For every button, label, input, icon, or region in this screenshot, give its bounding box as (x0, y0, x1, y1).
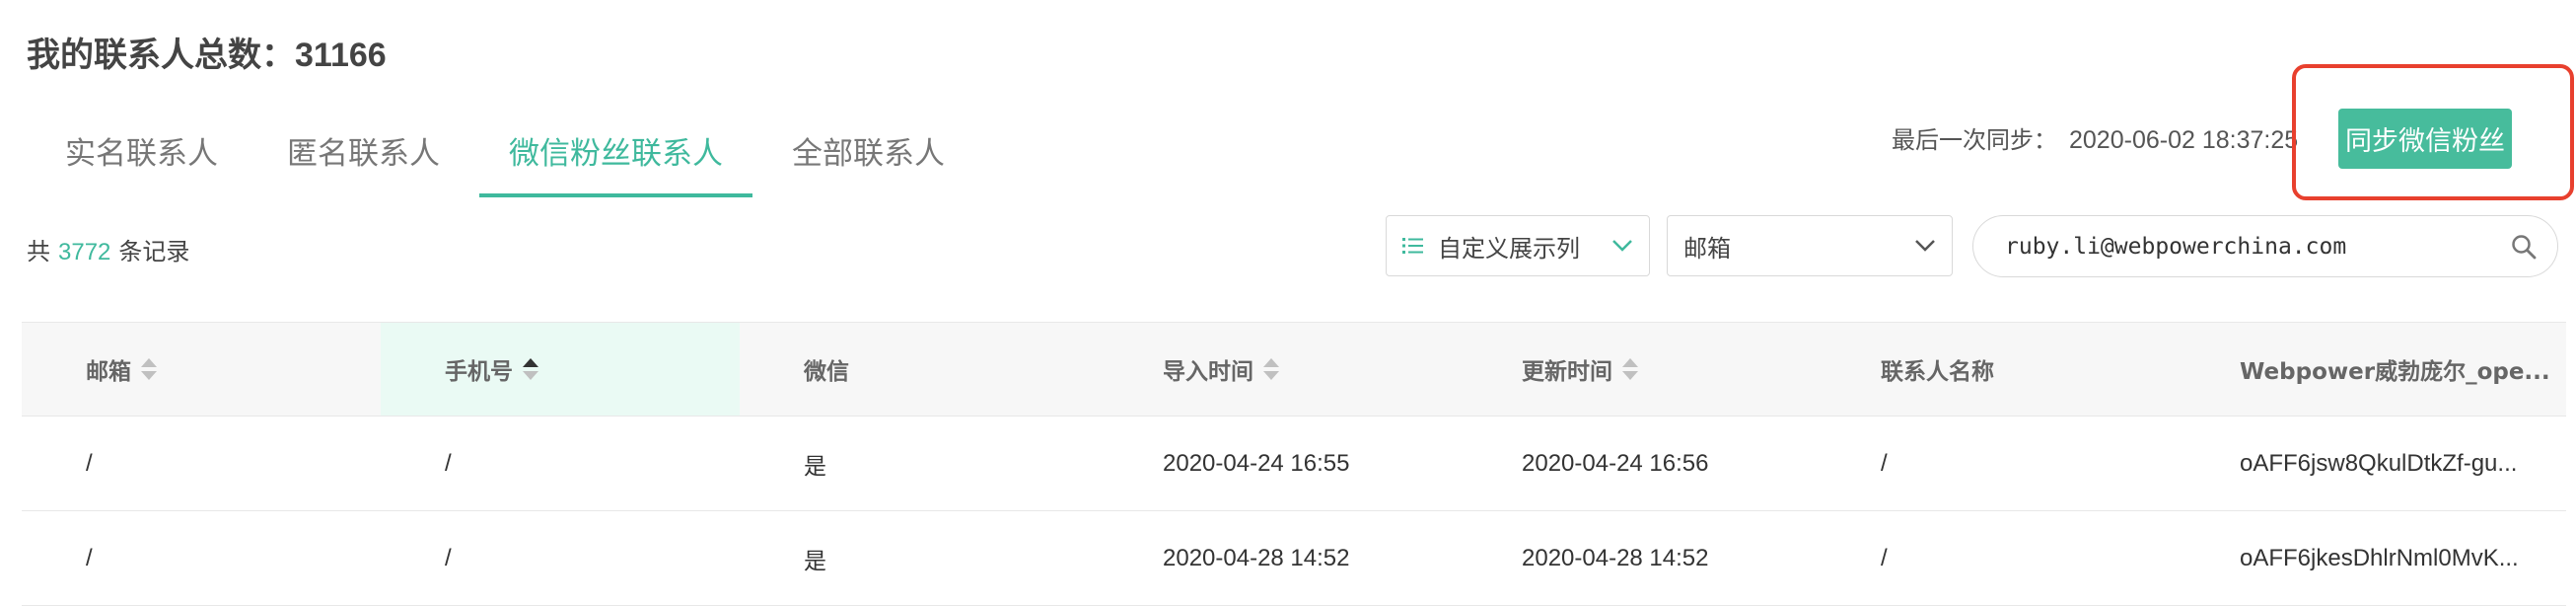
sort-icon[interactable] (141, 358, 157, 380)
custom-columns-dropdown[interactable]: 自定义展示列 (1386, 215, 1650, 276)
column-title: 邮箱 (86, 359, 131, 385)
column-header-contact-name[interactable]: 联系人名称 (1817, 323, 2176, 416)
page-title: 我的联系人总数：31166 (27, 28, 387, 76)
sort-icon[interactable] (1263, 358, 1279, 380)
last-sync-label: 最后一次同步： (1892, 126, 2057, 154)
total-contacts-count: 31166 (295, 37, 387, 74)
search-icon[interactable] (2510, 233, 2538, 261)
column-title: Webpower威勃庞尔_ope... (2240, 359, 2550, 385)
column-header-update-time[interactable]: 更新时间 (1458, 323, 1817, 416)
cell-update-time: 2020-04-24 16:56 (1522, 449, 1709, 477)
sort-icon[interactable] (523, 358, 538, 380)
table-header: 邮箱 手机号 微信 导入时间 更新时间 联系人名称 Webpower威勃庞尔_o… (22, 322, 2566, 417)
cell-wechat: 是 (804, 453, 826, 480)
search-input[interactable] (2005, 233, 2510, 260)
cell-email: / (86, 544, 93, 571)
cell-update-time: 2020-04-28 14:52 (1522, 544, 1709, 571)
cell-contact-name: / (1881, 449, 1888, 477)
cell-mobile: / (445, 449, 452, 477)
column-header-email[interactable]: 邮箱 (22, 323, 381, 416)
sort-icon[interactable] (1622, 358, 1638, 380)
last-sync-timestamp: 2020-06-02 18:37:25 (2069, 126, 2299, 154)
tab-wechat-fan-contacts[interactable]: 微信粉丝联系人 (479, 104, 752, 197)
record-count-prefix: 共 (27, 238, 50, 265)
cell-openid: oAFF6jsw8QkulDtkZf-gu... (2240, 449, 2518, 477)
search-field-value: 邮箱 (1683, 234, 1731, 263)
column-title: 手机号 (445, 359, 513, 385)
cell-import-time: 2020-04-28 14:52 (1163, 544, 1350, 571)
column-title: 微信 (804, 359, 849, 385)
column-title: 联系人名称 (1881, 359, 1994, 385)
column-header-import-time[interactable]: 导入时间 (1099, 323, 1458, 416)
cell-contact-name: / (1881, 544, 1888, 571)
contacts-table: 邮箱 手机号 微信 导入时间 更新时间 联系人名称 Webpower威勃庞尔_o… (22, 322, 2566, 606)
title-label: 我的联系人总数： (27, 36, 295, 75)
column-header-mobile[interactable]: 手机号 (381, 323, 740, 416)
table-row[interactable]: / / 是 2020-04-28 14:52 2020-04-28 14:52 … (22, 511, 2566, 606)
cell-openid: oAFF6jkesDhlrNml0MvK... (2240, 544, 2519, 571)
column-header-openid[interactable]: Webpower威勃庞尔_ope... (2176, 323, 2566, 416)
search-box (1972, 215, 2558, 277)
record-count-suffix: 条记录 (118, 238, 190, 265)
record-count-number: 3772 (58, 239, 111, 265)
sync-wechat-fans-button[interactable]: 同步微信粉丝 (2338, 109, 2512, 169)
cell-import-time: 2020-04-24 16:55 (1163, 449, 1350, 477)
cell-mobile: / (445, 544, 452, 571)
list-icon (1402, 238, 1423, 254)
cell-email: / (86, 449, 93, 477)
custom-columns-label: 自定义展示列 (1438, 234, 1580, 263)
tab-real-name-contacts[interactable]: 实名联系人 (36, 104, 248, 197)
column-title: 导入时间 (1163, 359, 1253, 385)
tab-all-contacts[interactable]: 全部联系人 (762, 104, 974, 197)
chevron-down-icon (1612, 240, 1632, 252)
column-title: 更新时间 (1522, 359, 1612, 385)
contact-type-tabs: 实名联系人 匿名联系人 微信粉丝联系人 全部联系人 (36, 104, 984, 197)
tab-anonymous-contacts[interactable]: 匿名联系人 (257, 104, 469, 197)
last-sync-info: 最后一次同步： 2020-06-02 18:37:25 (1892, 120, 2298, 155)
search-field-select[interactable]: 邮箱 (1667, 215, 1953, 276)
cell-wechat: 是 (804, 548, 826, 574)
table-row[interactable]: / / 是 2020-04-24 16:55 2020-04-24 16:56 … (22, 417, 2566, 511)
chevron-down-icon (1915, 240, 1935, 252)
record-count: 共 3772 条记录 (27, 232, 189, 266)
column-header-wechat[interactable]: 微信 (740, 323, 1099, 416)
